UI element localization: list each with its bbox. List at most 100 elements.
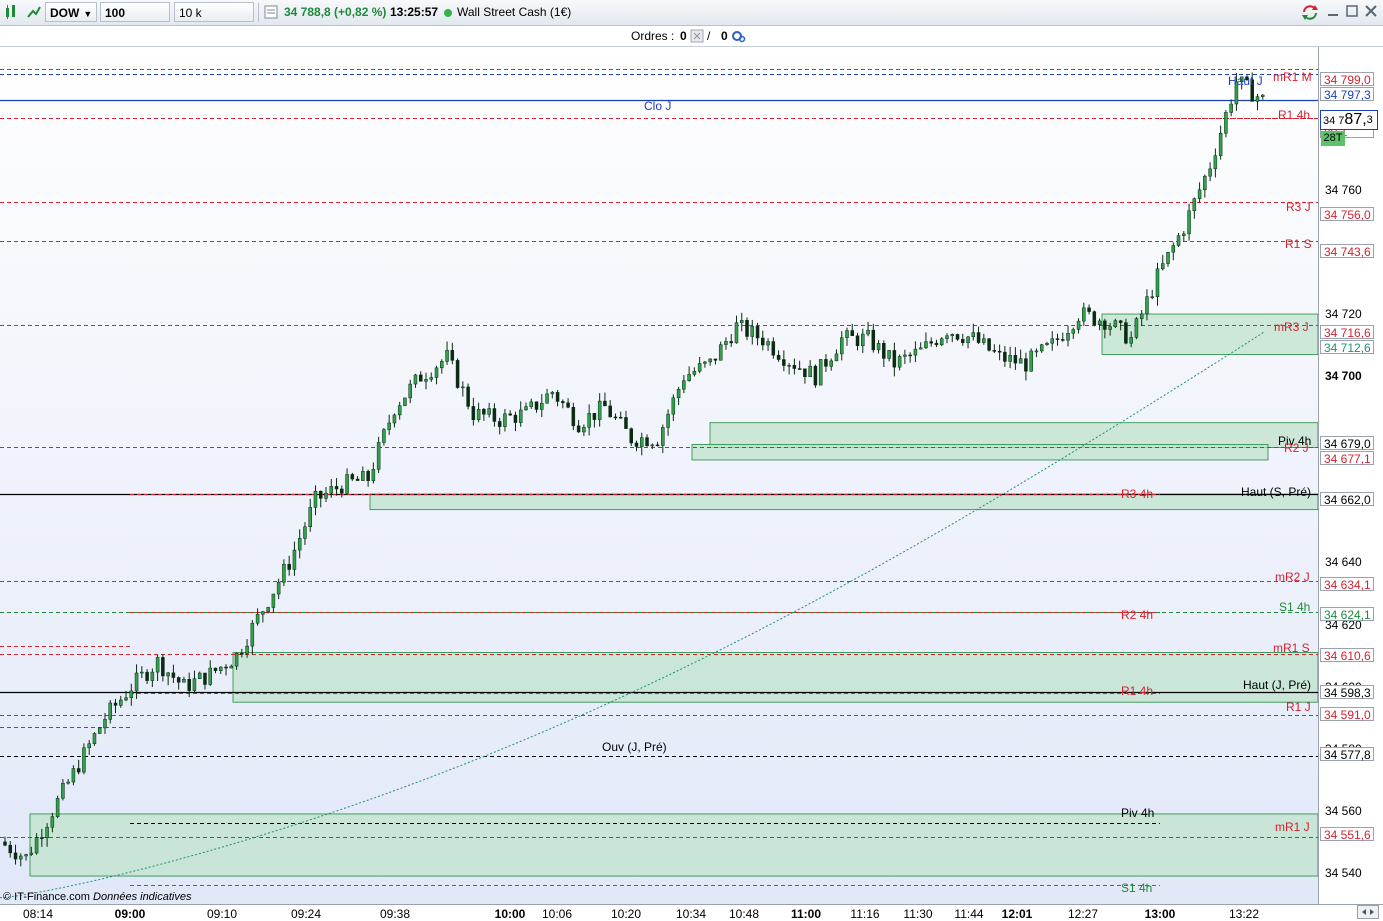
candle-body: [576, 425, 581, 433]
candle-body: [624, 417, 628, 429]
candle-body: [1203, 175, 1207, 190]
cancel-orders-icon[interactable]: [690, 29, 704, 43]
price-label-mr1-s: 34 610,6: [1320, 648, 1374, 663]
x-tick-label: 11:30: [903, 907, 933, 921]
candle-body: [603, 400, 607, 407]
candle-body: [97, 727, 102, 734]
line-label-mr3-j: mR3 J: [1274, 320, 1309, 334]
candle-body: [987, 338, 991, 351]
candle-body: [661, 427, 665, 446]
candle-body: [1013, 355, 1018, 364]
candle-body: [718, 344, 723, 361]
instrument-select[interactable]: DOW ▼: [45, 2, 97, 22]
price-chart[interactable]: mR1 M Haut J Clo J R1 4h R3 J R1 S mR3 J…: [0, 47, 1318, 904]
orders-label: Ordres :: [631, 29, 675, 43]
price-axis[interactable]: 8034 76034 74034 72034 70034 66034 64034…: [1318, 47, 1383, 904]
line-label-haut-j: Haut J: [1228, 74, 1263, 88]
candle-body: [192, 678, 197, 691]
candle-body: [518, 409, 523, 423]
quote-time: 13:25:57: [390, 5, 439, 19]
price-label-r2-j: 34 677,1: [1320, 451, 1374, 466]
candle-body: [50, 816, 55, 828]
close-icon[interactable]: [1364, 4, 1378, 18]
candle-body: [387, 422, 391, 430]
candle-body: [882, 343, 886, 359]
candle-body: [1197, 189, 1202, 199]
candle-body: [834, 353, 839, 362]
time-axis[interactable]: 08:14 09:00 09:10 09:24 09:38 10:00 10:06 10:20…: [0, 904, 1383, 921]
line-label-r2-j: R2 J: [1284, 441, 1309, 455]
current-price-main: 87,: [1344, 111, 1367, 128]
candle-body: [1113, 320, 1118, 327]
current-price-prefix: 34 7: [1323, 115, 1345, 127]
candle-body: [713, 358, 718, 361]
trend-icon[interactable]: [25, 3, 43, 21]
tick-count-badge: 28T: [1321, 131, 1345, 146]
candle-body: [1213, 155, 1218, 170]
candle-body: [1129, 337, 1133, 344]
candle-body: [55, 798, 60, 817]
candle-body: [492, 408, 497, 422]
axis-resize-handle-icon[interactable]: [1357, 905, 1379, 919]
candle-body: [245, 645, 249, 654]
line-label-r1-4h-top: R1 4h: [1278, 108, 1311, 122]
candle-body: [155, 657, 160, 673]
candle-body: [324, 492, 328, 499]
current-price-label: 34 787,3: [1320, 110, 1378, 130]
candle-body: [771, 341, 776, 356]
candle-body: [134, 672, 139, 692]
candle-body: [1255, 96, 1260, 102]
candle-body: [418, 374, 423, 382]
candle-body: [434, 367, 439, 378]
moving-average-line: [0, 331, 1265, 899]
candle-body: [1108, 326, 1112, 330]
candle-body: [1066, 333, 1070, 341]
minimize-icon[interactable]: [1326, 4, 1340, 18]
line-label-haut-s-pre: Haut (S, Pré): [1241, 485, 1312, 499]
candle-body: [555, 392, 560, 402]
candle-body: [240, 653, 244, 655]
units-select[interactable]: 10 k unités▼: [174, 2, 254, 40]
x-tick-label: 10:00: [494, 907, 526, 921]
maximize-icon[interactable]: [1345, 4, 1359, 18]
line-label-r1-s: R1 S: [1285, 237, 1312, 251]
candle-body: [629, 428, 633, 444]
candle-body: [945, 335, 949, 339]
candle-body: [729, 341, 733, 344]
ticks-select[interactable]: 100 ticks▼: [100, 2, 170, 40]
candle-body: [708, 358, 712, 363]
copyright-text: © IT-Finance.com: [3, 891, 90, 903]
price-label-r1-j: 34 591,0: [1320, 707, 1374, 722]
candle-body: [924, 341, 928, 349]
candle-body: [1166, 251, 1170, 264]
gear-icon[interactable]: [730, 28, 746, 44]
candle-body: [440, 361, 444, 369]
candle-body: [1003, 351, 1007, 362]
candle-body: [408, 383, 412, 399]
refresh-icon[interactable]: [1300, 3, 1320, 21]
candle-body: [1087, 307, 1091, 312]
candle-body: [992, 350, 997, 352]
candle-body: [524, 406, 528, 411]
candle-body: [997, 350, 1002, 353]
candle-body: [597, 400, 602, 420]
y-tick-label: 34 760: [1325, 182, 1362, 197]
candle-body: [271, 593, 276, 608]
candle-body: [697, 363, 702, 372]
candle-body: [1145, 296, 1149, 315]
candle-body: [934, 342, 939, 346]
candle-body: [1034, 350, 1039, 353]
candle-body: [1039, 344, 1044, 352]
candle-body: [250, 622, 255, 647]
line-label-s1-4h-top: S1 4h: [1279, 600, 1311, 614]
candle-body: [3, 841, 7, 846]
line-label-r3-4h: R3 4h: [1121, 487, 1154, 501]
status-dot-icon: [443, 8, 453, 18]
candle-body: [887, 350, 891, 359]
current-price-tail: 3: [1366, 114, 1373, 126]
candle-body: [1260, 94, 1265, 97]
candle-body: [950, 334, 954, 337]
chart-type-icon[interactable]: [3, 3, 21, 21]
candle-body: [529, 401, 533, 407]
candle-body: [66, 781, 70, 784]
